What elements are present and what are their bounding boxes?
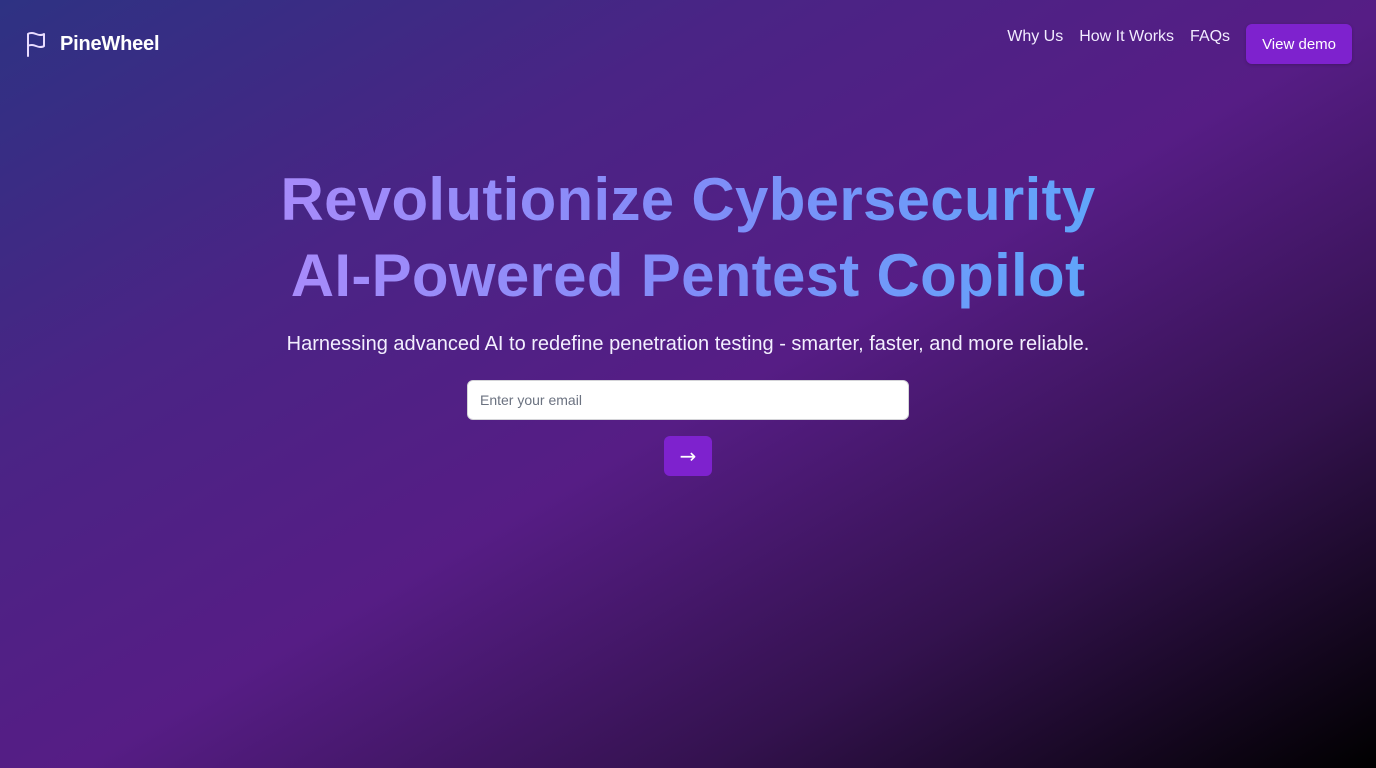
top-nav: PineWheel Why Us How It Works FAQs View … xyxy=(0,0,1376,88)
flag-icon xyxy=(24,31,48,57)
arrow-right-icon: → xyxy=(679,444,697,468)
nav-link-why-us[interactable]: Why Us xyxy=(1007,27,1063,46)
hero-section: Revolutionize Cybersecurity AI-Powered P… xyxy=(0,162,1376,476)
hero-headline: Revolutionize Cybersecurity AI-Powered P… xyxy=(0,162,1376,314)
email-input[interactable] xyxy=(467,380,909,420)
headline-line-1: Revolutionize Cybersecurity xyxy=(281,162,1096,238)
submit-email-button[interactable]: → xyxy=(664,436,712,476)
email-form xyxy=(467,380,909,420)
nav-link-how-it-works[interactable]: How It Works xyxy=(1079,27,1174,46)
headline-line-2: AI-Powered Pentest Copilot xyxy=(291,238,1086,314)
brand-link[interactable]: PineWheel xyxy=(24,31,160,57)
hero-subheadline: Harnessing advanced AI to redefine penet… xyxy=(286,333,1090,355)
view-demo-button[interactable]: View demo xyxy=(1246,24,1352,64)
nav-links: Why Us How It Works FAQs View demo xyxy=(1007,24,1352,64)
brand-name: PineWheel xyxy=(60,32,160,55)
nav-link-faqs[interactable]: FAQs xyxy=(1190,27,1230,46)
